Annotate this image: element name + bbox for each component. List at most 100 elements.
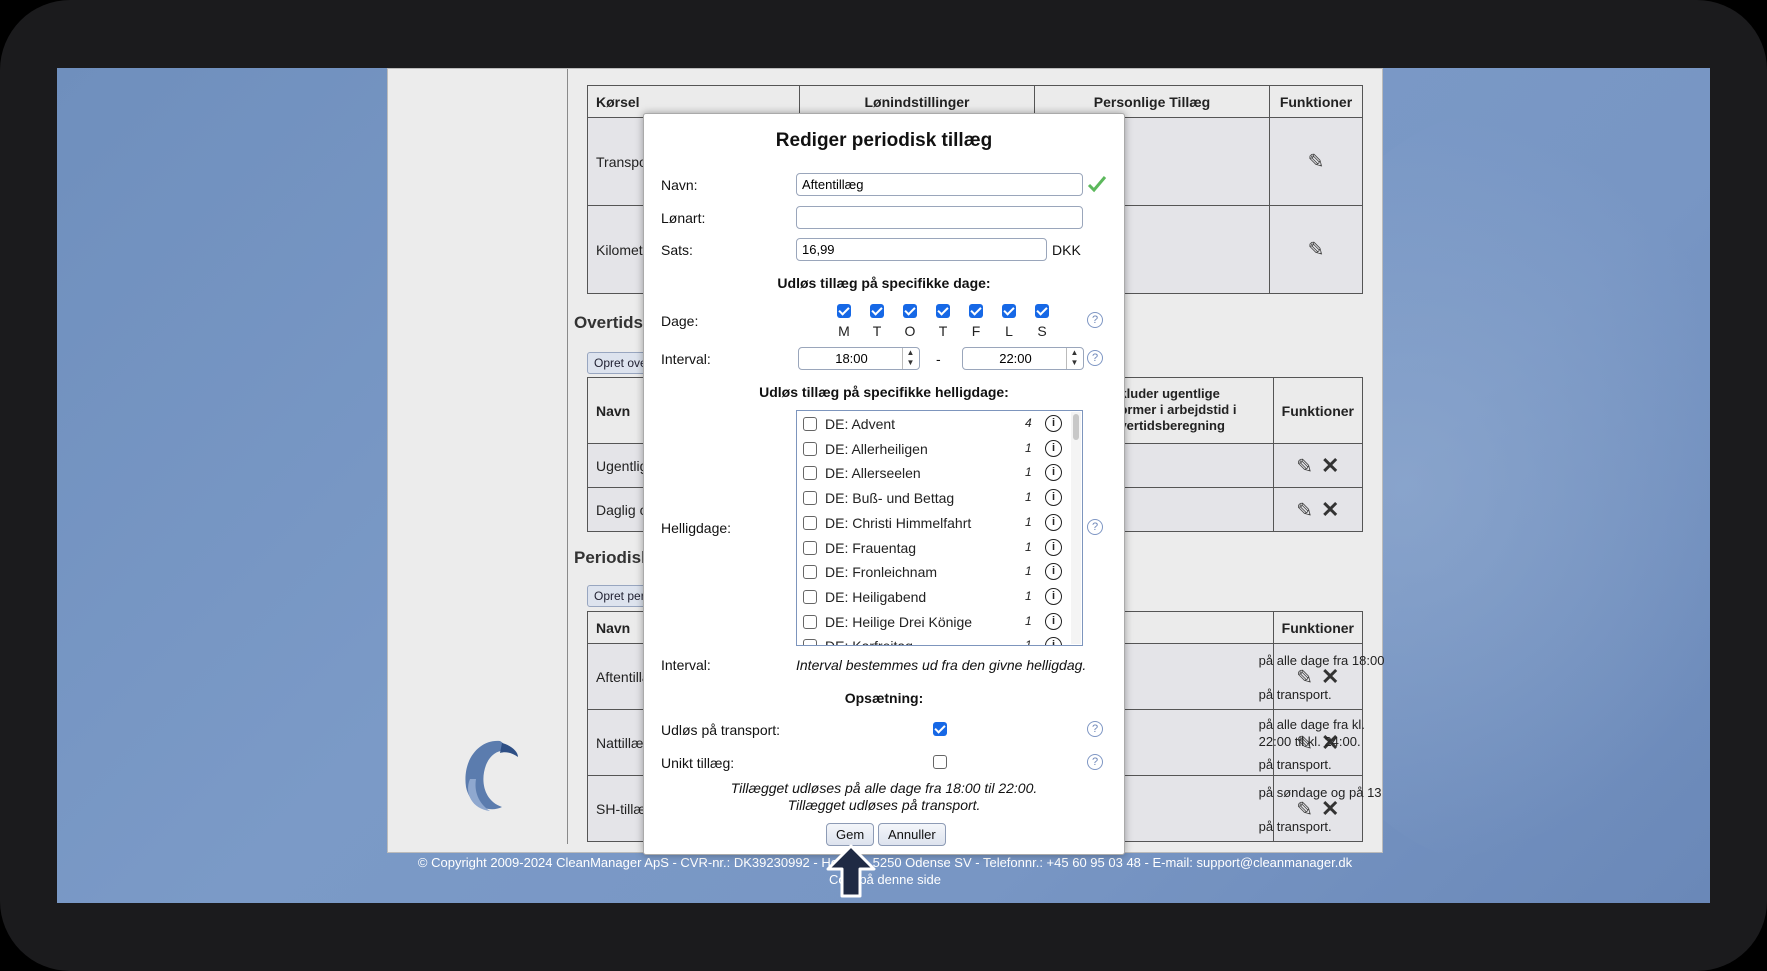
summary-line-2: Tillægget udløses på transport. bbox=[787, 797, 981, 813]
holiday-checkbox[interactable] bbox=[803, 589, 817, 604]
footer-copyright: © Copyright 2009-2024 CleanManager ApS -… bbox=[417, 855, 1353, 870]
day-label: F bbox=[971, 323, 981, 339]
valid-check-icon bbox=[1087, 176, 1107, 193]
delete-icon[interactable]: ✕ bbox=[1321, 453, 1339, 478]
days-help-icon[interactable]: ? bbox=[1087, 312, 1103, 328]
holiday-checkbox[interactable] bbox=[803, 466, 817, 481]
holiday-name: DE: Fronleichnam bbox=[825, 564, 938, 581]
edit-pencil-icon[interactable]: ✎ bbox=[1308, 239, 1325, 261]
holiday-checkbox[interactable] bbox=[803, 491, 817, 506]
holiday-checkbox[interactable] bbox=[803, 441, 817, 456]
holidays-scrollbar[interactable] bbox=[1071, 412, 1081, 644]
setup-heading: Opsætning: bbox=[844, 690, 924, 706]
holiday-count: 1 bbox=[1025, 440, 1032, 455]
section-overtid-title: Overtidsp bbox=[574, 313, 654, 332]
info-icon[interactable]: i bbox=[1045, 587, 1062, 605]
day-checkbox-6[interactable] bbox=[1035, 304, 1049, 318]
info-icon[interactable]: i bbox=[1045, 612, 1062, 630]
name-input[interactable] bbox=[796, 173, 1083, 196]
day-label: T bbox=[938, 323, 948, 339]
holiday-item[interactable]: DE: Advent 4 i bbox=[803, 413, 1073, 435]
sats-input[interactable] bbox=[796, 238, 1047, 261]
edit-periodic-allowance-dialog: Rediger periodisk tillæg Navn: Lønart: S… bbox=[643, 113, 1125, 855]
holiday-item[interactable]: DE: Christi Himmelfahrt 1 i bbox=[803, 512, 1073, 534]
footer-cookies-link[interactable]: Co s på denne side bbox=[387, 871, 1383, 888]
transport-label: Udløs på transport: bbox=[661, 722, 781, 738]
day-checkbox-2[interactable] bbox=[903, 304, 917, 318]
edit-pencil-icon[interactable]: ✎ bbox=[1296, 456, 1313, 478]
day-label: M bbox=[838, 323, 850, 339]
info-icon[interactable]: i bbox=[1045, 489, 1062, 507]
info-icon[interactable]: i bbox=[1045, 538, 1062, 556]
holiday-item[interactable]: DE: Frauentag 1 i bbox=[803, 537, 1073, 559]
interval-separator: - bbox=[936, 351, 941, 367]
currency-label: DKK bbox=[1052, 242, 1081, 258]
info-icon[interactable]: i bbox=[1045, 464, 1062, 482]
day-label: T bbox=[872, 323, 882, 339]
day-checkbox-3[interactable] bbox=[936, 304, 950, 318]
holiday-item[interactable]: DE: Heiligabend 1 i bbox=[803, 586, 1073, 608]
interval-label: Interval: bbox=[661, 351, 711, 367]
day-label: O bbox=[904, 323, 916, 339]
holiday-checkbox[interactable] bbox=[803, 515, 817, 530]
edit-pencil-icon[interactable]: ✎ bbox=[1296, 500, 1313, 522]
holiday-item[interactable]: DE: Allerseelen 1 i bbox=[803, 462, 1073, 484]
holiday-checkbox[interactable] bbox=[803, 639, 817, 645]
unique-help-icon[interactable]: ? bbox=[1087, 754, 1103, 770]
th-funktioner: Funktioner bbox=[1272, 377, 1364, 444]
create-periodisk-button[interactable]: Opret per bbox=[587, 585, 652, 607]
day-checkbox-4[interactable] bbox=[969, 304, 983, 318]
edit-pencil-icon[interactable]: ✎ bbox=[1308, 151, 1325, 173]
delete-icon[interactable]: ✕ bbox=[1321, 497, 1339, 522]
holiday-item[interactable]: DE: Heilige Drei Könige 1 i bbox=[803, 611, 1073, 633]
days-label: Dage: bbox=[661, 313, 699, 329]
interval-help-icon[interactable]: ? bbox=[1087, 350, 1103, 366]
holiday-name: DE: Heilige Drei Könige bbox=[825, 613, 973, 630]
th-funktioner: Funktioner bbox=[1269, 85, 1363, 118]
info-icon[interactable]: i bbox=[1045, 513, 1062, 531]
day-label: L bbox=[1005, 323, 1013, 339]
holiday-item[interactable]: DE: Allerheiligen 1 i bbox=[803, 438, 1073, 460]
holiday-count: 4 bbox=[1025, 416, 1032, 430]
info-icon[interactable]: i bbox=[1045, 637, 1062, 645]
day-checkbox-5[interactable] bbox=[1002, 304, 1016, 318]
unique-checkbox[interactable] bbox=[933, 755, 947, 769]
holiday-count: 1 bbox=[1025, 514, 1032, 529]
holiday-checkbox[interactable] bbox=[803, 417, 817, 431]
holiday-checkbox[interactable] bbox=[803, 565, 817, 580]
page-sidebar bbox=[388, 69, 568, 844]
info-icon[interactable]: i bbox=[1045, 415, 1062, 432]
holiday-name: DE: Allerheiligen bbox=[825, 440, 928, 457]
lonart-input[interactable] bbox=[796, 206, 1083, 229]
holiday-item[interactable]: DE: Karfreitag 1 i bbox=[803, 635, 1073, 645]
info-icon[interactable]: i bbox=[1045, 563, 1062, 581]
holiday-count: 1 bbox=[1025, 539, 1032, 554]
holidays-list[interactable]: DE: Advent 4 i DE: Allerheiligen 1 i DE: Aller… bbox=[796, 410, 1083, 646]
day-checkbox-1[interactable] bbox=[870, 304, 884, 318]
cancel-button[interactable]: Annuller bbox=[878, 823, 946, 846]
holiday-interval-note: Interval bestemmes ud fra den givne hell… bbox=[796, 657, 1087, 673]
row-desc: på søndage og på 13 bbox=[1258, 785, 1382, 800]
page-footer: © Copyright 2009-2024 CleanManager ApS -… bbox=[387, 854, 1383, 888]
interval-from-spinner-icon[interactable]: ▲ ▼ bbox=[902, 348, 918, 369]
row-desc: på transport. bbox=[1258, 687, 1332, 702]
holiday-checkbox[interactable] bbox=[803, 614, 817, 629]
holiday-name: DE: Allerseelen bbox=[825, 465, 921, 482]
info-icon[interactable]: i bbox=[1045, 439, 1062, 457]
row-desc: på transport. bbox=[1258, 819, 1332, 834]
interval-from-input[interactable]: 18:00 ▲ ▼ bbox=[798, 347, 920, 370]
day-checkbox-0[interactable] bbox=[837, 304, 851, 318]
interval-to-input[interactable]: 22:00 ▲ ▼ bbox=[962, 347, 1084, 370]
transport-help-icon[interactable]: ? bbox=[1087, 721, 1103, 737]
holiday-count: 1 bbox=[1025, 588, 1032, 603]
holiday-item[interactable]: DE: Buß- und Bettag 1 i bbox=[803, 487, 1073, 509]
holidays-help-icon[interactable]: ? bbox=[1087, 519, 1103, 535]
holiday-name: DE: Buß- und Bettag bbox=[825, 490, 955, 507]
holiday-item[interactable]: DE: Fronleichnam 1 i bbox=[803, 561, 1073, 583]
holiday-checkbox[interactable] bbox=[803, 540, 817, 555]
name-label: Navn: bbox=[661, 177, 698, 193]
row-desc: på transport. bbox=[1258, 757, 1332, 772]
interval-to-spinner-icon[interactable]: ▲ ▼ bbox=[1066, 348, 1082, 369]
holiday-count: 1 bbox=[1025, 613, 1032, 628]
transport-checkbox[interactable] bbox=[933, 722, 947, 736]
